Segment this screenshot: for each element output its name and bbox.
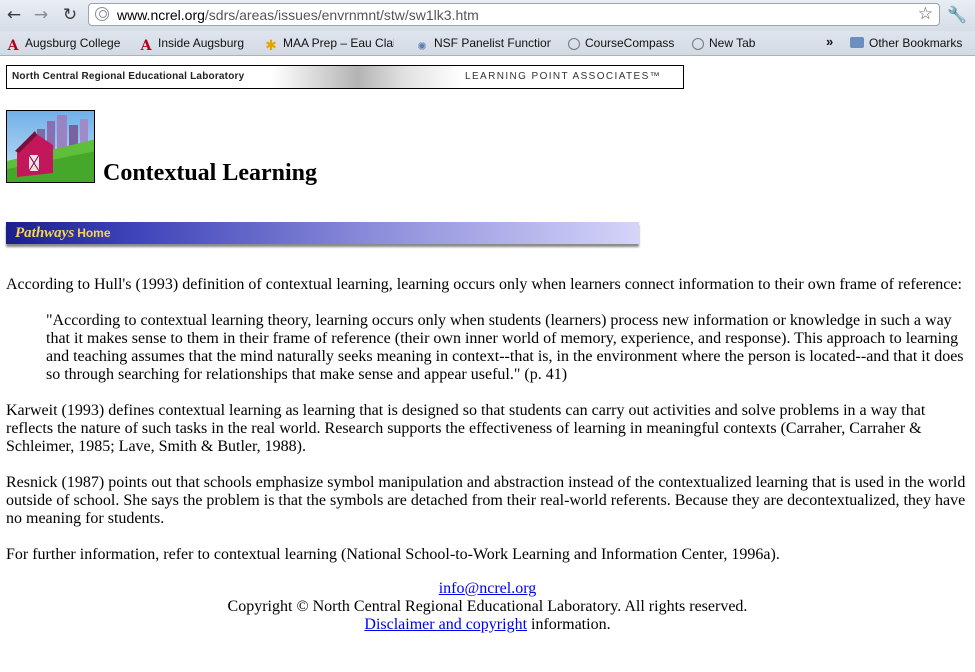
folder-icon: [850, 37, 864, 48]
augsburg-icon: A: [7, 38, 19, 54]
bookmark-label: Augsburg College: [25, 36, 121, 50]
back-arrow-icon[interactable]: ←: [3, 4, 25, 26]
page-footer: info@ncrel.org Copyright © North Central…: [0, 580, 975, 634]
nsf-icon: ✺: [417, 41, 427, 51]
bookmark-label: NSF Panelist Function: [434, 36, 551, 50]
maa-icon: ✱: [265, 37, 277, 51]
url-path: /sdrs/areas/issues/envrnmnt/stw/sw1lk3.h…: [204, 7, 479, 23]
other-bookmarks-folder[interactable]: Other Bookmarks: [850, 35, 962, 51]
disclaimer-link[interactable]: Disclaimer and copyright: [364, 616, 527, 633]
url-host: www.ncrel.org: [117, 7, 205, 23]
bookmark-nsf-panelist[interactable]: ✺ NSF Panelist Function: [415, 35, 551, 51]
disclaimer-suffix: information.: [527, 616, 611, 633]
paragraph-karweit: Karweit (1993) defines contextual learni…: [6, 402, 926, 455]
bookmark-label: CourseCompass: [585, 36, 675, 50]
bookmark-label: Inside Augsburg: [158, 36, 245, 50]
ncrel-banner[interactable]: North Central Regional Educational Labor…: [6, 65, 684, 89]
globe-icon: [568, 38, 580, 50]
banner-partner-name: LEARNING POINT ASSOCIATES™: [465, 71, 662, 82]
email-link[interactable]: info@ncrel.org: [439, 580, 537, 597]
wrench-menu-icon[interactable]: 🔧: [946, 4, 968, 26]
barn-city-icon: [6, 110, 95, 183]
forward-arrow-icon[interactable]: →: [30, 4, 52, 26]
paragraph-further-info: For further information, refer to contex…: [6, 546, 780, 563]
augsburg-icon: A: [140, 38, 152, 54]
bookmark-inside-augsburg[interactable]: A Inside Augsburg: [139, 35, 245, 54]
bookmark-label: New Tab: [709, 36, 756, 50]
other-bookmarks-label: Other Bookmarks: [869, 36, 963, 50]
copyright-text: Copyright © North Central Regional Educa…: [227, 598, 748, 615]
pathways-home-link[interactable]: Pathways Home: [15, 224, 111, 242]
banner-swoosh-graphic: [272, 66, 462, 88]
article-content: According to Hull's (1993) definition of…: [6, 276, 968, 582]
page-globe-icon: [95, 7, 109, 21]
address-bar[interactable]: www.ncrel.org/sdrs/areas/issues/envrnmnt…: [88, 3, 940, 26]
bookmarks-overflow-chevron[interactable]: »: [826, 34, 833, 49]
bookmark-coursecompass[interactable]: CourseCompass: [568, 35, 674, 51]
url-text[interactable]: www.ncrel.org/sdrs/areas/issues/envrnmnt…: [117, 7, 479, 23]
home-label: Home: [77, 226, 111, 240]
browser-toolbar: ← → ↻ www.ncrel.org/sdrs/areas/issues/en…: [0, 0, 975, 31]
reload-icon[interactable]: ↻: [59, 4, 81, 26]
bookmarks-bar: A Augsburg College A Inside Augsburg ✱ MAA …: [0, 31, 975, 56]
bookmark-new-tab[interactable]: New Tab: [692, 35, 755, 51]
bookmark-star-icon[interactable]: ☆: [918, 4, 933, 24]
bookmark-augsburg-college[interactable]: A Augsburg College: [6, 35, 121, 54]
globe-icon: [692, 38, 704, 50]
bookmark-label: MAA Prep – Eau Clair: [283, 36, 394, 50]
hull-quote: "According to contextual learning theory…: [46, 312, 964, 383]
bookmark-maa-prep[interactable]: ✱ MAA Prep – Eau Clair: [264, 35, 394, 51]
pathways-nav-bar: Pathways Home: [6, 222, 639, 244]
page-title: Contextual Learning: [103, 160, 318, 186]
banner-org-name: North Central Regional Educational Labor…: [12, 71, 245, 82]
pathways-label: Pathways: [15, 225, 75, 241]
paragraph-resnick: Resnick (1987) points out that schools e…: [6, 474, 966, 527]
paragraph-hull: According to Hull's (1993) definition of…: [6, 276, 962, 293]
